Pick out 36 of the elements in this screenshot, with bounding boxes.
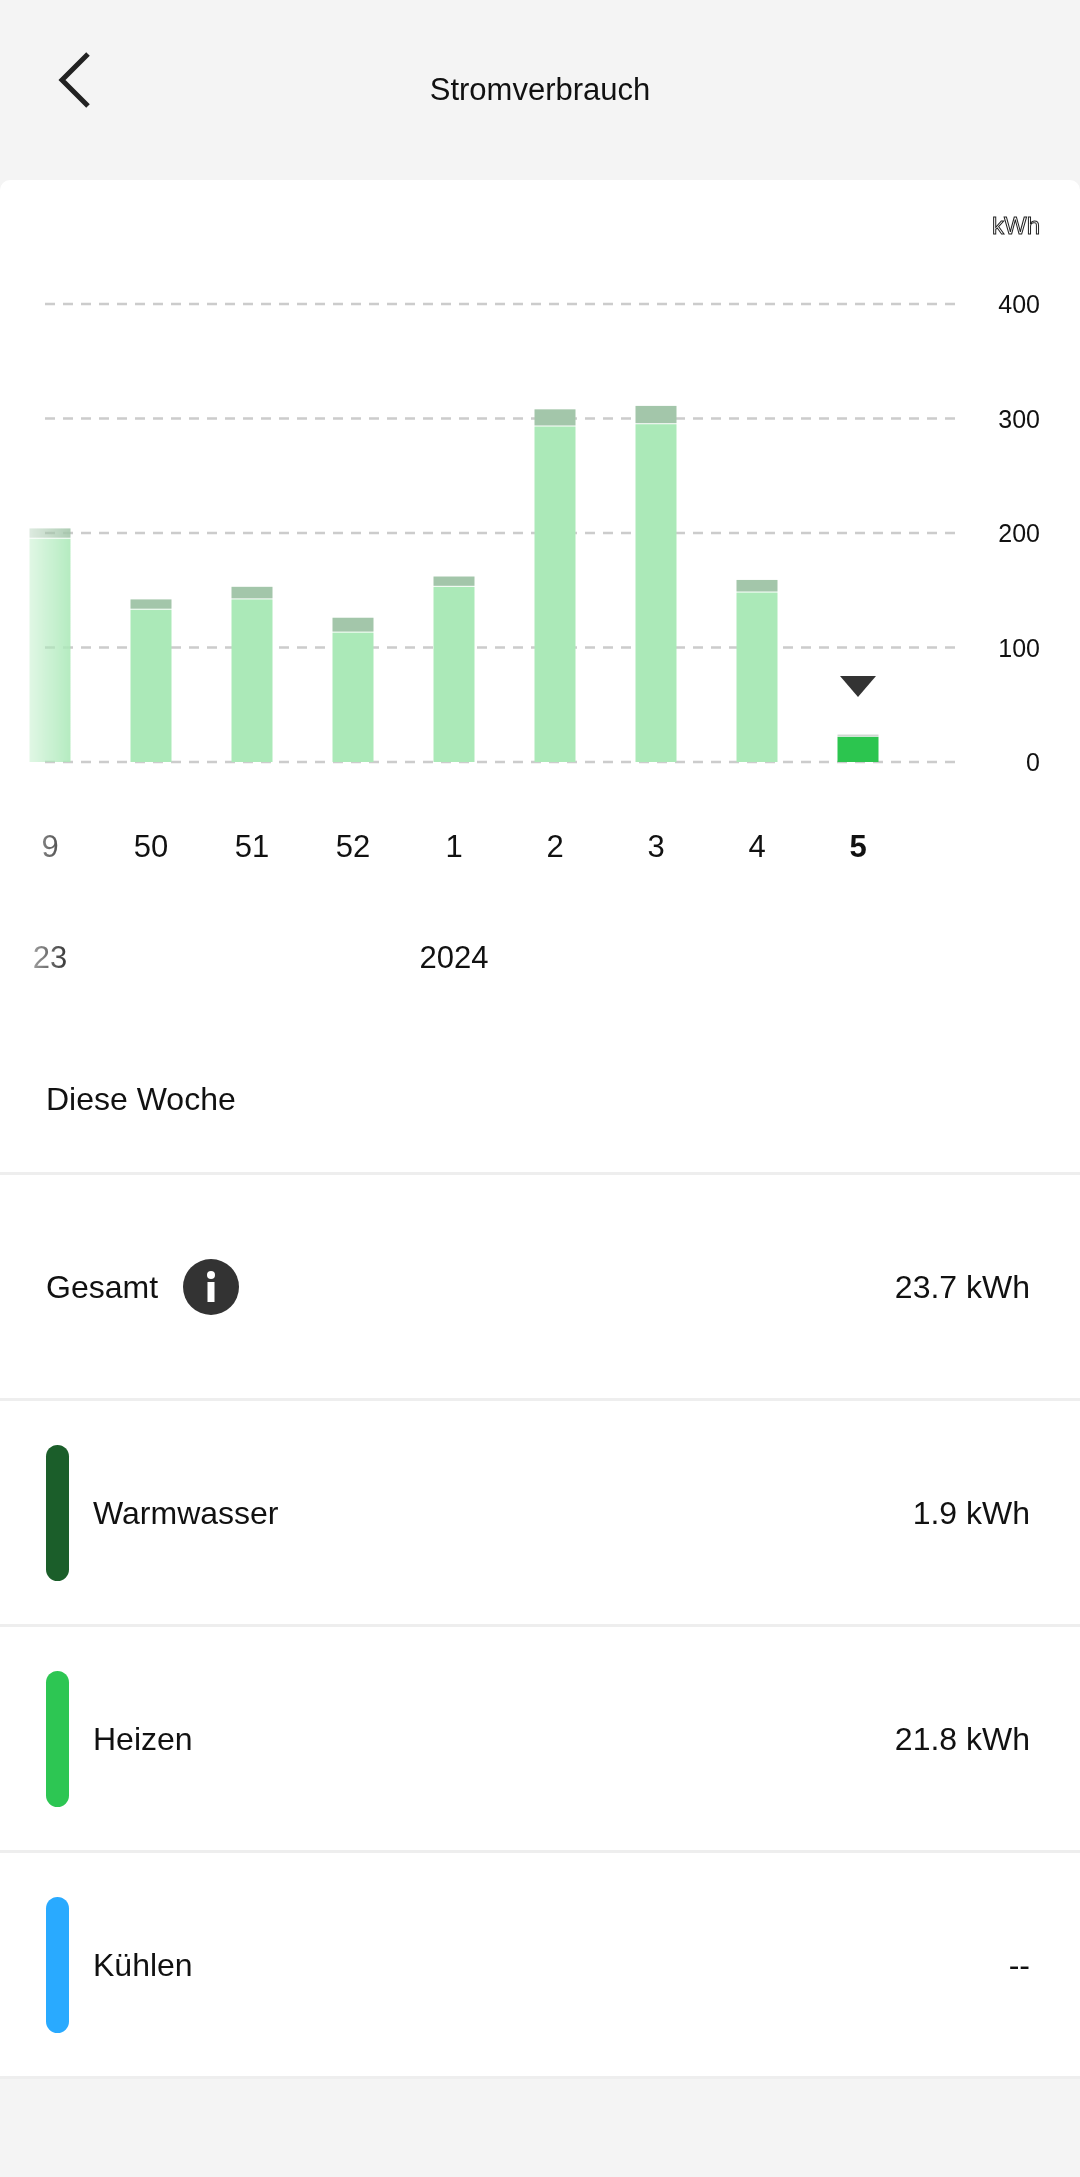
page-title: Stromverbrauch (429, 70, 651, 109)
year-label: 2024 (419, 940, 489, 975)
x-axis-label: 1 (445, 829, 463, 864)
total-value: 23.7 kWh (894, 1267, 1030, 1307)
bar (837, 734, 879, 737)
y-axis-label: 200 (998, 519, 1040, 547)
x-axis-label: 3 (647, 829, 665, 864)
x-axis-label: 52 (335, 829, 371, 864)
bar (231, 586, 273, 599)
bar (332, 617, 374, 632)
bar (130, 599, 172, 609)
bar (29, 528, 71, 538)
category-value: 21.8 kWh (894, 1719, 1030, 1759)
x-axis-label: 2 (546, 829, 564, 864)
x-axis-label: 50 (133, 829, 169, 864)
x-axis-label: 5 (849, 829, 867, 864)
total-label: Gesamt (46, 1267, 159, 1307)
year-label: 23 (32, 940, 68, 975)
x-axis-label: 4 (748, 829, 766, 864)
x-axis-label: 9 (41, 829, 59, 864)
period-label: Diese Woche (46, 1079, 236, 1119)
y-axis-label: 0 (1026, 748, 1040, 776)
category-value: -- (1008, 1945, 1030, 1985)
y-axis-label: 300 (998, 404, 1040, 433)
y-axis-label: 400 (998, 290, 1040, 318)
bar (635, 405, 677, 424)
bar (534, 409, 576, 426)
unit-label: kWh (992, 212, 1040, 239)
category-label: Warmwasser (93, 1493, 279, 1533)
y-axis-label: 100 (998, 633, 1040, 662)
category-label: Kühlen (93, 1945, 193, 1985)
bar (736, 579, 778, 592)
x-axis-label: 51 (234, 829, 270, 864)
bar (433, 576, 475, 586)
category-label: Heizen (93, 1719, 193, 1759)
category-value: 1.9 kWh (912, 1493, 1030, 1533)
